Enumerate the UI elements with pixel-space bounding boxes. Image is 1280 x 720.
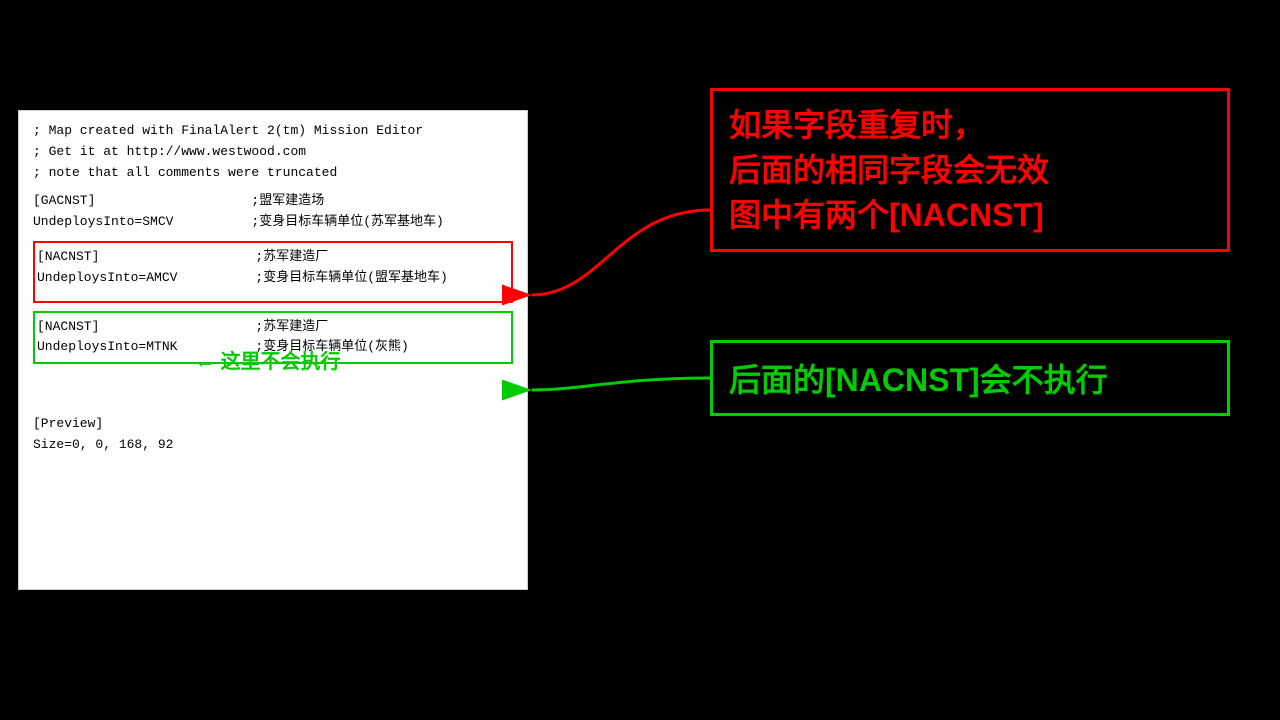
annotation-green-text: 后面的[NACNST]会不执行 [729, 362, 1108, 398]
code-line-amcv: UndeploysInto=AMCV ;变身目标车辆单位(盟军基地车) [37, 268, 509, 289]
annotation-red-box: 如果字段重复时， 后面的相同字段会无效 图中有两个[NACNST] [710, 88, 1230, 252]
code-line-nacnst-1: [NACNST] ;苏军建造厂 [37, 247, 509, 268]
code-line-2: ; Get it at http://www.westwood.com [33, 142, 513, 163]
annotation-green-box: 后面的[NACNST]会不执行 [710, 340, 1230, 416]
code-line-size: Size=0, 0, 168, 92 [33, 435, 513, 456]
code-line-nacnst-2: [NACNST] ;苏军建造厂 [37, 317, 509, 338]
label-no-execute: ← 这里不会执行 [195, 345, 341, 374]
green-arrow-right [532, 378, 710, 390]
code-line-1: ; Map created with FinalAlert 2(tm) Miss… [33, 121, 513, 142]
code-line-preview: [Preview] [33, 414, 513, 435]
code-line-smcv: UndeploysInto=SMCV ;变身目标车辆单位(苏军基地车) [33, 212, 513, 233]
code-line-3: ; note that all comments were truncated [33, 163, 513, 184]
annotation-red-text: 如果字段重复时， 后面的相同字段会无效 图中有两个[NACNST] [729, 107, 1049, 233]
code-line-gacnst: [GACNST] ;盟军建造场 [33, 191, 513, 212]
nacnst-first-block: [NACNST] ;苏军建造厂 UndeploysInto=AMCV ;变身目标… [33, 241, 513, 303]
red-arrow [532, 210, 710, 295]
